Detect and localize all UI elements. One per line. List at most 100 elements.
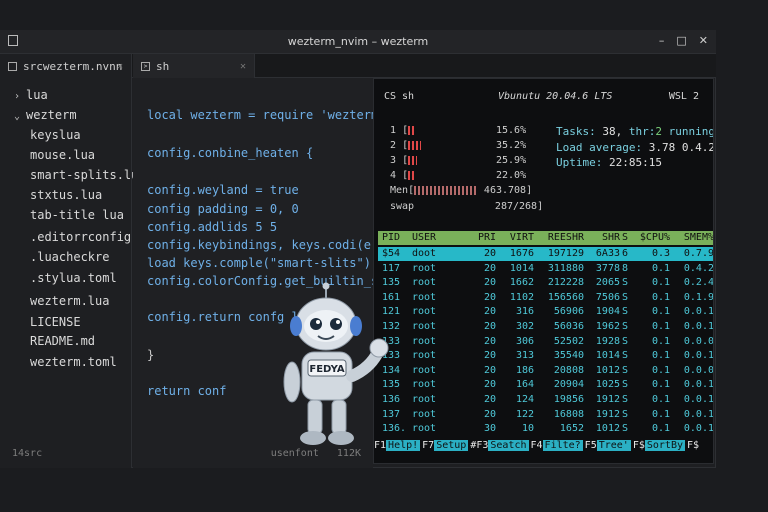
function-key[interactable]: F5 Tree' — [585, 437, 633, 453]
cpu-bar — [408, 125, 414, 135]
process-cell: 20808 — [553, 364, 584, 376]
process-cell: 10 — [521, 423, 534, 435]
shell-label: sh — [402, 91, 415, 102]
column-header[interactable]: REESHR — [540, 232, 584, 243]
column-header[interactable]: VIRT — [502, 232, 534, 243]
tasks-stat: Tasks: 38, thr:2 running — [556, 125, 714, 138]
process-row[interactable]: 132 root 20 302 56036 1962 S 0.1 0.0.1 — [378, 320, 713, 334]
process-row[interactable]: 133 root 20 306 52502 1928 S 0.1 0.0.0 — [378, 335, 713, 349]
process-cell: 0.1 — [651, 335, 670, 347]
file-smart-splits[interactable]: smart-splits.lua — [30, 168, 146, 182]
tab-sh[interactable]: > sh ✕ — [133, 54, 255, 78]
process-cell: 1676 — [509, 248, 534, 259]
process-cell: 0.0.1 — [683, 408, 714, 420]
process-cell: 0.1 — [651, 379, 670, 391]
process-row[interactable]: 117 root 20 1014 311880 3778 8 0.1 0.4.2 — [378, 262, 713, 276]
close-tab-icon[interactable]: ✕ — [117, 61, 123, 72]
minimize-icon[interactable]: – — [659, 34, 665, 47]
process-cell: 0.0.1 — [683, 321, 714, 332]
process-row[interactable]: 136. root 30 10 1652 1012 S 0.1 0.0.1 — [378, 422, 713, 436]
cpu-bar — [408, 170, 416, 180]
folder-wezterm[interactable]: ⌄ wezterm — [14, 108, 77, 122]
file-keyslua[interactable]: keyslua — [30, 128, 81, 142]
cpu-meter: 4 [22.0% — [390, 169, 527, 182]
wsl-label: WSL 2 — [668, 91, 699, 102]
process-cell: 0.1 — [651, 423, 670, 435]
column-header[interactable]: PID — [382, 232, 408, 243]
function-key[interactable]: F$ SortBy — [633, 437, 687, 453]
file-editorconfig[interactable]: .editorrconfig — [30, 230, 131, 244]
process-cell: S — [622, 379, 629, 391]
process-cell: 56906 — [553, 306, 584, 318]
close-icon[interactable]: ✕ — [699, 34, 708, 47]
process-cell: S — [622, 394, 629, 405]
process-row[interactable]: 121 root 20 316 56906 1904 S 0.1 0.0.1 — [378, 305, 713, 319]
maximize-icon[interactable]: □ — [676, 34, 686, 47]
file-mouse-lua[interactable]: mouse.lua — [30, 148, 95, 162]
process-row[interactable]: 135 root 20 1662 212228 2065 S 0.1 0.2.4 — [378, 276, 713, 290]
process-cell: 1012 — [595, 423, 620, 435]
code-line: local wezterm = require 'wezterm' — [147, 108, 373, 122]
folder-lua[interactable]: › lua — [14, 88, 48, 102]
file-luacheckrc[interactable]: .luacheckre — [30, 250, 109, 264]
process-cell: 1962 — [595, 321, 620, 332]
memory-meter: Men[463.708] — [390, 184, 533, 197]
column-header[interactable]: SMEM% — [674, 232, 713, 243]
process-row[interactable]: 137 root 20 122 16808 1912 S 0.1 0.0.1 — [378, 408, 713, 422]
function-key[interactable]: #F3 Seatch — [470, 437, 530, 453]
close-tab-icon[interactable]: ✕ — [240, 61, 246, 72]
mascot-badge: FEDYA — [309, 364, 345, 375]
process-row[interactable]: 135 root 20 164 20904 1025 S 0.1 0.0.1 — [378, 378, 713, 392]
cpu-bar — [408, 155, 418, 165]
process-table-header[interactable]: PID USER PRI VIRT REESHR SHR S $CPU% SMEM% — [378, 231, 713, 245]
tab-bar: srcwezterm.nvnn ✕ > sh ✕ — [0, 54, 716, 78]
file-wezterm-toml[interactable]: wezterm.toml — [30, 355, 117, 369]
code-line: } — [147, 348, 155, 362]
file-wezterm-lua[interactable]: wezterm.lua — [30, 294, 109, 308]
column-header[interactable]: PRI — [466, 232, 496, 243]
process-row[interactable]: 161 root 20 1102 156560 7506 S 0.1 0.1.9 — [378, 291, 713, 305]
file-readme[interactable]: README.md — [30, 334, 95, 348]
process-cell: 1912 — [595, 408, 620, 420]
file-stxtus[interactable]: stxtus.lua — [30, 188, 102, 202]
process-cell: 1912 — [595, 394, 620, 405]
file-license[interactable]: LICENSE — [30, 315, 81, 329]
file-stylua-toml[interactable]: .stylua.toml — [30, 271, 117, 285]
process-row[interactable]: $54 doot 20 1676 197129 6A33 6 0.3 0.7.9 — [378, 247, 713, 261]
tab-srcwezterm[interactable]: srcwezterm.nvnn ✕ — [0, 54, 132, 78]
file-tab-title[interactable]: tab-title lua — [30, 208, 124, 222]
column-header[interactable]: SHR — [590, 232, 620, 243]
process-cell: S — [622, 364, 629, 376]
column-header[interactable]: $CPU% — [634, 232, 670, 243]
function-key[interactable]: F4 Filte? — [531, 437, 585, 453]
tab-label: sh — [156, 59, 170, 73]
process-cell: 20 — [483, 248, 496, 259]
status-left: 14src — [12, 448, 43, 459]
tab-label: srcwezterm.nvnn — [23, 59, 123, 73]
process-cell: 0.0.1 — [683, 394, 714, 405]
process-cell: 1012 — [595, 364, 620, 376]
column-header[interactable]: S — [622, 232, 632, 243]
function-key[interactable]: F7 Setup — [422, 437, 470, 453]
window-title: wezterm_nvim – wezterm — [287, 35, 429, 48]
process-cell: 6A33 — [595, 248, 620, 259]
process-row[interactable]: 133 root 20 313 35540 1014 S 0.1 0.0.1 — [378, 349, 713, 363]
load-stat: Load average: 3.78 0.4.2 — [556, 141, 714, 154]
process-cell: root — [412, 394, 437, 405]
process-cell: 0.1 — [651, 394, 670, 405]
process-cell: 7506 — [595, 291, 620, 303]
terminal-pane[interactable]: CS sh Vbunutu 20.04.6 LTS WSL 2 1 [15.6%… — [373, 78, 714, 464]
process-cell: 52502 — [553, 335, 584, 347]
process-cell: 0.1 — [651, 408, 670, 420]
process-cell: 306 — [515, 335, 534, 347]
code-line: config.weyland = true — [147, 183, 299, 197]
process-cell: 0.1.9 — [683, 291, 714, 303]
process-row[interactable]: 134 root 20 186 20808 1012 S 0.1 0.0.0 — [378, 364, 713, 378]
swap-meter: swap 287/268] — [390, 200, 544, 213]
cpu-meter: 1 [15.6% — [390, 124, 527, 137]
column-header[interactable]: USER — [412, 232, 458, 243]
process-cell: 0.1 — [651, 321, 670, 332]
process-row[interactable]: 136 root 20 124 19856 1912 S 0.1 0.0.1 — [378, 393, 713, 407]
function-key[interactable]: F$ — [687, 437, 699, 453]
process-cell: 1102 — [509, 291, 534, 303]
